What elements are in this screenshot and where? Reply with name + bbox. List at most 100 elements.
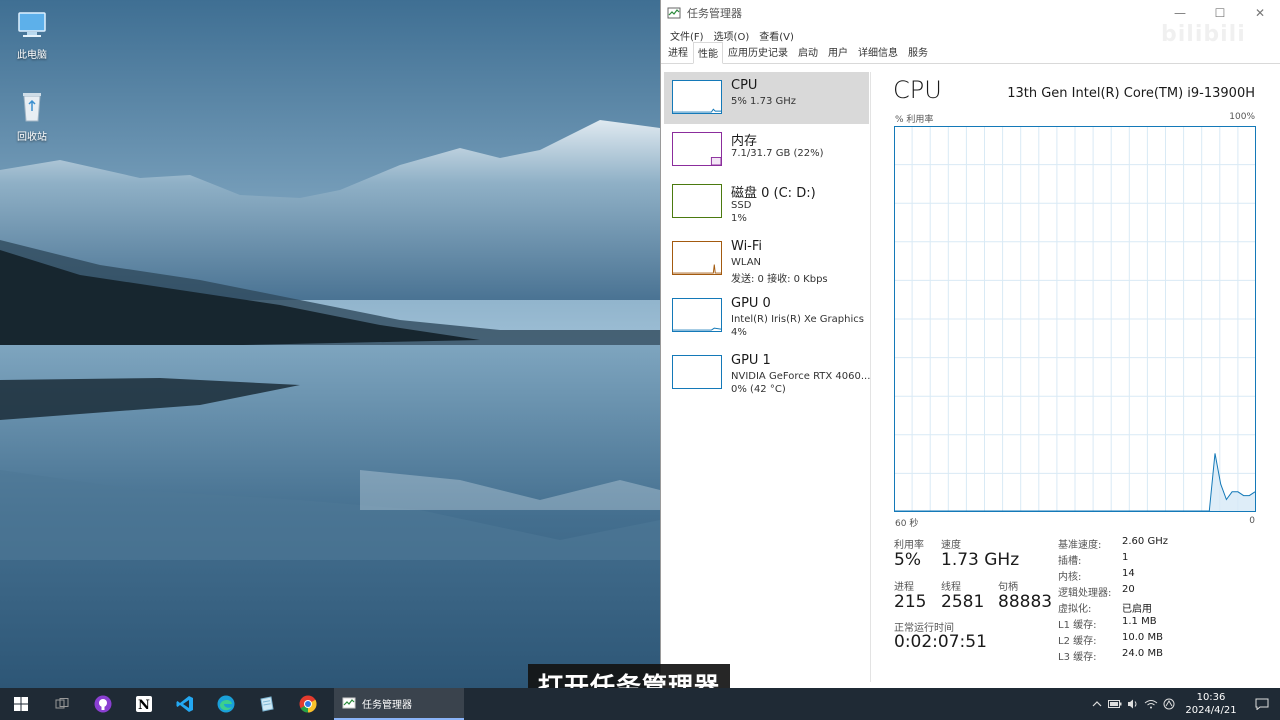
tab-users[interactable]: 用户 [823,41,853,63]
network-button[interactable] [1142,688,1160,720]
resource-item-gpu1[interactable]: GPU 1 NVIDIA GeForce RTX 4060... 0% (42 … [664,347,871,399]
tab-performance[interactable]: 性能 [693,42,723,64]
cpu-utilization-graph [894,126,1256,512]
taskbar-task-manager[interactable]: 任务管理器 [334,688,464,720]
maximize-icon: ☐ [1214,6,1226,20]
resource-detail: SSD [731,200,752,211]
task-manager-window: 任务管理器 — ☐ ✕ bilibili 文件(F) 选项(O) 查看(V) 进… [660,0,1280,688]
clock-date: 2024/4/21 [1185,705,1237,716]
resource-item-disk[interactable]: 磁盘 0 (C: D:) SSD 1% [664,176,869,228]
speed-value: 1.73 GHz [941,550,1020,570]
spec-label: 基准速度: [1058,540,1102,551]
resource-name: 磁盘 0 (C: D:) [731,186,816,201]
spec-value: 24.0 MB [1122,648,1163,659]
recycle-bin-icon [23,93,41,122]
taskbar-vscode[interactable] [164,688,205,720]
utilization-label: 利用率 [894,540,924,551]
spec-value: 1 [1122,552,1129,563]
battery-button[interactable] [1106,688,1124,720]
tab-bar: 进程 性能 应用历史记录 启动 用户 详细信息 服务 [661,41,1280,64]
clock[interactable]: 10:36 2024/4/21 [1178,691,1244,717]
tab-processes[interactable]: 进程 [663,41,693,63]
tab-services[interactable]: 服务 [903,41,933,63]
resource-detail: WLAN [731,257,762,268]
start-icon [13,697,28,711]
window-title: 任务管理器 [687,7,742,20]
tab-details[interactable]: 详细信息 [853,41,903,63]
show-hidden-icons-button[interactable] [1088,688,1106,720]
graph-time-label: 60 秒 [895,519,919,529]
start-button[interactable] [0,688,41,720]
resource-item-wifi[interactable]: Wi-Fi WLAN 发送: 0 接收: 0 Kbps [664,233,869,285]
resource-detail: Intel(R) Iris(R) Xe Graphics [731,314,864,325]
wifi-thumbnail-graph [672,241,722,275]
tab-app-history[interactable]: 应用历史记录 [723,41,793,63]
task-view-button[interactable] [41,688,82,720]
taskbar-notepad[interactable] [246,688,287,720]
resource-detail-2: 发送: 0 接收: 0 Kbps [731,274,828,285]
spec-label: L2 缓存: [1058,636,1097,647]
svg-text:N: N [138,698,150,713]
resource-item-cpu[interactable]: CPU 5% 1.73 GHz [664,72,869,124]
taskbar-chrome[interactable] [287,688,328,720]
desktop-icon-recycle-bin[interactable]: 回收站 [0,88,64,143]
edge-icon [217,695,234,713]
graph-label: % 利用率 [895,115,934,125]
taskbar-app-label: 任务管理器 [362,699,412,711]
resource-name: Wi-Fi [731,239,763,254]
close-icon: ✕ [1254,6,1266,20]
spec-label: L3 缓存: [1058,652,1097,663]
processes-label: 进程 [894,582,914,593]
task-manager-icon [342,697,356,709]
spec-label: 内核: [1058,572,1082,583]
resource-detail: 5% 1.73 GHz [731,96,797,107]
input-method-button[interactable] [1160,688,1178,720]
resource-detail: 7.1/31.7 GB (22%) [731,148,824,159]
notification-button[interactable] [1244,688,1280,720]
close-button[interactable]: ✕ [1240,0,1280,26]
resource-name: GPU 0 [731,296,771,311]
cpu-model: 13th Gen Intel(R) Core(TM) i9-13900H [1007,86,1255,101]
detail-pane: CPU 13th Gen Intel(R) Core(TM) i9-13900H… [893,72,1263,682]
computer-icon [18,12,46,37]
processes-value: 215 [894,592,927,612]
spec-label: L1 缓存: [1058,620,1097,631]
system-tray: 10:36 2024/4/21 [1088,688,1280,720]
vscode-icon [176,696,193,712]
resource-detail: NVIDIA GeForce RTX 4060... [731,371,871,382]
desktop: 此电脑 回收站 [0,0,660,688]
taskbar: N 任务管理器 10:36 2024/4/21 [0,688,1280,720]
battery-icon [1108,700,1122,708]
desktop-icon-this-pc[interactable]: 此电脑 [0,8,64,61]
taskbar-notion[interactable]: N [123,688,164,720]
volume-icon [1128,699,1137,709]
minimize-icon: — [1174,6,1186,20]
spec-value: 已启用 [1122,604,1152,615]
disk-thumbnail-graph [672,184,722,218]
resource-list: CPU 5% 1.73 GHz 内存 7.1/31.7 GB (22%) 磁盘 … [663,72,871,682]
desktop-icon-label: 此电脑 [17,50,47,61]
clock-time: 10:36 [1196,692,1226,703]
resource-item-memory[interactable]: 内存 7.1/31.7 GB (22%) [664,124,869,176]
resource-name: 内存 [731,134,758,149]
spec-value: 20 [1122,584,1135,595]
memory-thumbnail-graph [672,132,722,166]
tab-startup[interactable]: 启动 [793,41,823,63]
gpu1-thumbnail-graph [672,355,722,389]
task-manager-icon [667,7,681,19]
graph-min-label: 0 [1249,516,1255,526]
bilibili-watermark: bilibili [1161,22,1246,47]
notepad-icon [259,696,274,712]
resource-detail-2: 1% [731,213,747,224]
resource-item-gpu0[interactable]: GPU 0 Intel(R) Iris(R) Xe Graphics 4% [664,290,869,342]
spec-value: 14 [1122,568,1135,579]
resource-name: CPU [731,78,758,93]
spec-value: 2.60 GHz [1122,536,1168,547]
taskbar-github[interactable] [82,688,123,720]
chrome-icon [299,695,317,713]
volume-button[interactable] [1124,688,1142,720]
threads-value: 2581 [941,592,985,612]
input-method-icon [1163,698,1175,710]
spec-label: 插槽: [1058,556,1082,567]
taskbar-edge[interactable] [205,688,246,720]
